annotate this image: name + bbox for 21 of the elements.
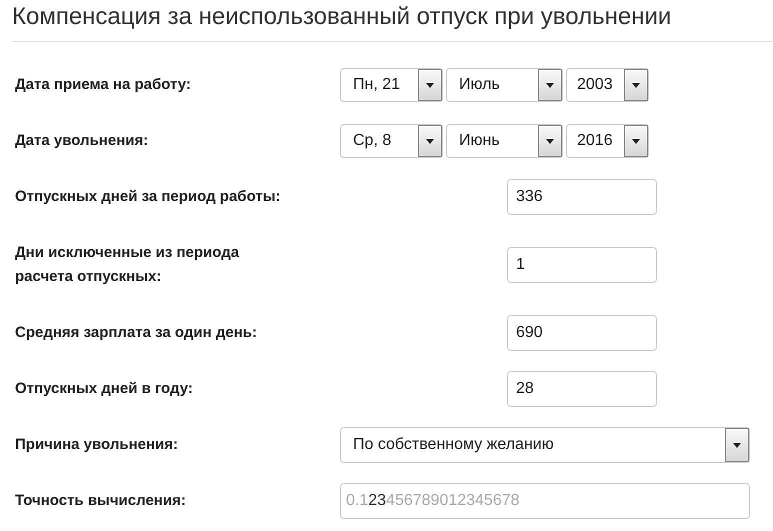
date-dropdown[interactable]: Ср, 8 [340,124,443,158]
input-field[interactable]: 28 [507,371,657,407]
input-field[interactable]: 1 [507,247,657,283]
date-dropdown[interactable]: 2016 [566,124,649,158]
field-label: Точность вычисления: [15,491,187,511]
field-label: Дни исключенные из периода расчета отпускных: [15,243,240,287]
field-label: Дата приема на работу: [15,75,192,95]
page-title: Компенсация за неиспользованный отпуск при увольнении [12,0,773,42]
field-label: Средняя зарплата за один день: [15,323,258,343]
input-field[interactable]: 690 [507,315,657,351]
field-label: Дата увольнения: [15,131,150,151]
date-dropdown[interactable]: Июль [446,68,563,102]
date-dropdown[interactable]: 2003 [566,68,649,102]
field-label: Причина увольнения: [15,435,180,455]
precision-field[interactable]: 0.123456789012345678 [340,483,750,519]
field-label: Отпускных дней в году: [15,379,194,399]
reason-dropdown[interactable]: По собственному желанию [340,427,750,463]
field-label: Отпускных дней за период работы: [15,187,282,207]
date-dropdown[interactable]: Июнь [446,124,563,158]
input-field[interactable]: 336 [507,179,657,215]
date-dropdown[interactable]: Пн, 21 [340,68,443,102]
